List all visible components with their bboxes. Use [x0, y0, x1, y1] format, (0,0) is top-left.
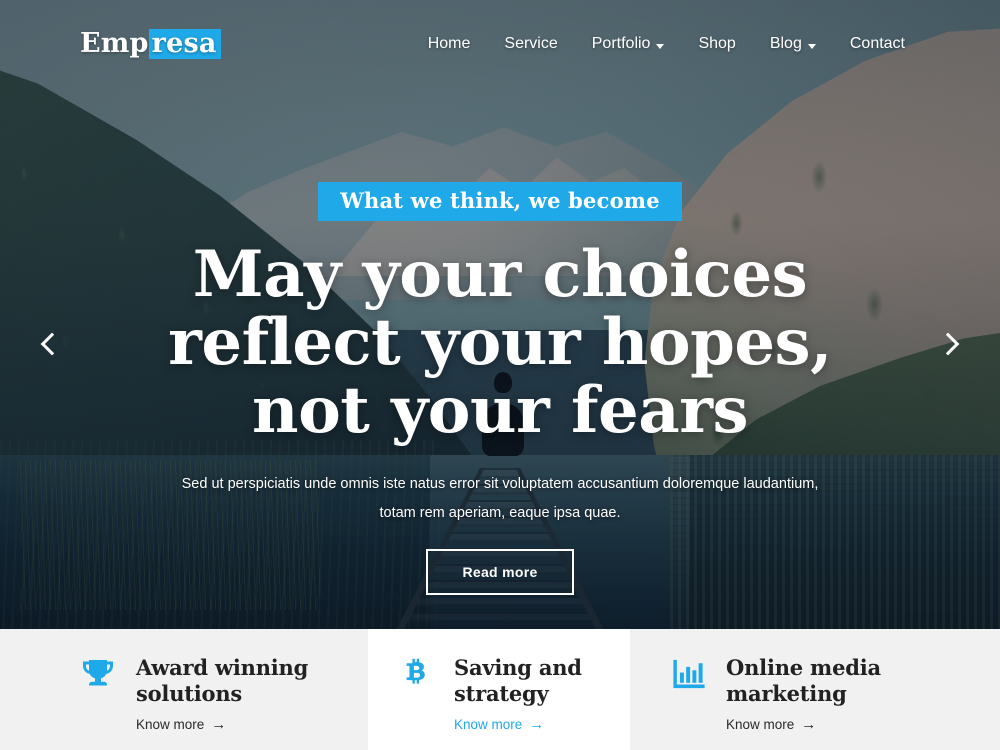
know-more-link[interactable]: Know more →: [454, 717, 582, 732]
nav-item-shop[interactable]: Shop: [681, 29, 752, 59]
nav-item-portfolio[interactable]: Portfolio: [575, 29, 682, 59]
know-more-label: Know more: [454, 716, 523, 732]
chevron-down-icon: [807, 43, 816, 49]
chevron-left-icon: [40, 332, 64, 356]
nav-label: Blog: [769, 35, 802, 52]
nav-item-contact[interactable]: Contact: [833, 29, 922, 59]
arrow-right-icon: →: [529, 715, 545, 733]
feature-card-saving-strategy[interactable]: Saving and strategy Know more →: [368, 629, 630, 750]
know-more-link[interactable]: Know more →: [136, 717, 308, 732]
feature-card-title: Online media marketing: [726, 655, 881, 707]
bar-chart-icon: [670, 655, 716, 691]
logo-text-highlight: resa: [148, 29, 221, 59]
know-more-link[interactable]: Know more →: [726, 717, 881, 732]
nav-item-blog[interactable]: Blog: [753, 29, 833, 59]
feature-card-body: Online media marketing Know more →: [716, 655, 881, 732]
main-navigation: Home Service Portfolio Shop Blog Contact: [411, 29, 922, 59]
bitcoin-icon: [398, 655, 444, 691]
nav-item-home[interactable]: Home: [411, 29, 488, 59]
feature-card-title: Saving and strategy: [454, 655, 582, 707]
slider-next-button[interactable]: [926, 322, 970, 366]
feature-card-award-winning[interactable]: Award winning solutions Know more →: [0, 629, 368, 750]
hero-content: What we think, we become May your choice…: [0, 0, 1000, 629]
nav-label: Service: [504, 35, 558, 52]
hero-slider: Emp resa Home Service Portfolio Shop Blog: [0, 0, 1000, 629]
feature-card-body: Saving and strategy Know more →: [444, 655, 582, 732]
hero-title: May your choices reflect your hopes, not…: [168, 237, 832, 448]
arrow-right-icon: →: [211, 715, 227, 733]
know-more-label: Know more: [726, 716, 795, 732]
nav-item-service[interactable]: Service: [487, 29, 574, 59]
trophy-icon: [80, 655, 126, 693]
logo-text-primary: Emp: [80, 28, 149, 59]
feature-card-body: Award winning solutions Know more →: [126, 655, 308, 732]
chevron-down-icon: [656, 43, 665, 49]
nav-label: Portfolio: [591, 35, 651, 52]
nav-label: Contact: [849, 35, 905, 52]
site-header: Emp resa Home Service Portfolio Shop Blog: [0, 0, 1000, 88]
read-more-button[interactable]: Read more: [426, 549, 574, 596]
nav-label: Home: [427, 35, 471, 52]
arrow-right-icon: →: [801, 715, 817, 733]
feature-cards-section: Award winning solutions Know more → Savi…: [0, 629, 1000, 750]
chevron-right-icon: [936, 332, 960, 356]
site-logo[interactable]: Emp resa: [80, 29, 221, 59]
know-more-label: Know more: [136, 716, 205, 732]
hero-subtitle: Sed ut perspiciatis unde omnis iste natu…: [181, 476, 819, 521]
landing-page: Emp resa Home Service Portfolio Shop Blog: [0, 0, 1000, 750]
nav-label: Shop: [698, 35, 736, 52]
hero-badge: What we think, we become: [318, 182, 682, 221]
feature-card-online-media[interactable]: Online media marketing Know more →: [630, 629, 1000, 750]
feature-card-title: Award winning solutions: [136, 655, 309, 707]
slider-prev-button[interactable]: [30, 322, 74, 366]
